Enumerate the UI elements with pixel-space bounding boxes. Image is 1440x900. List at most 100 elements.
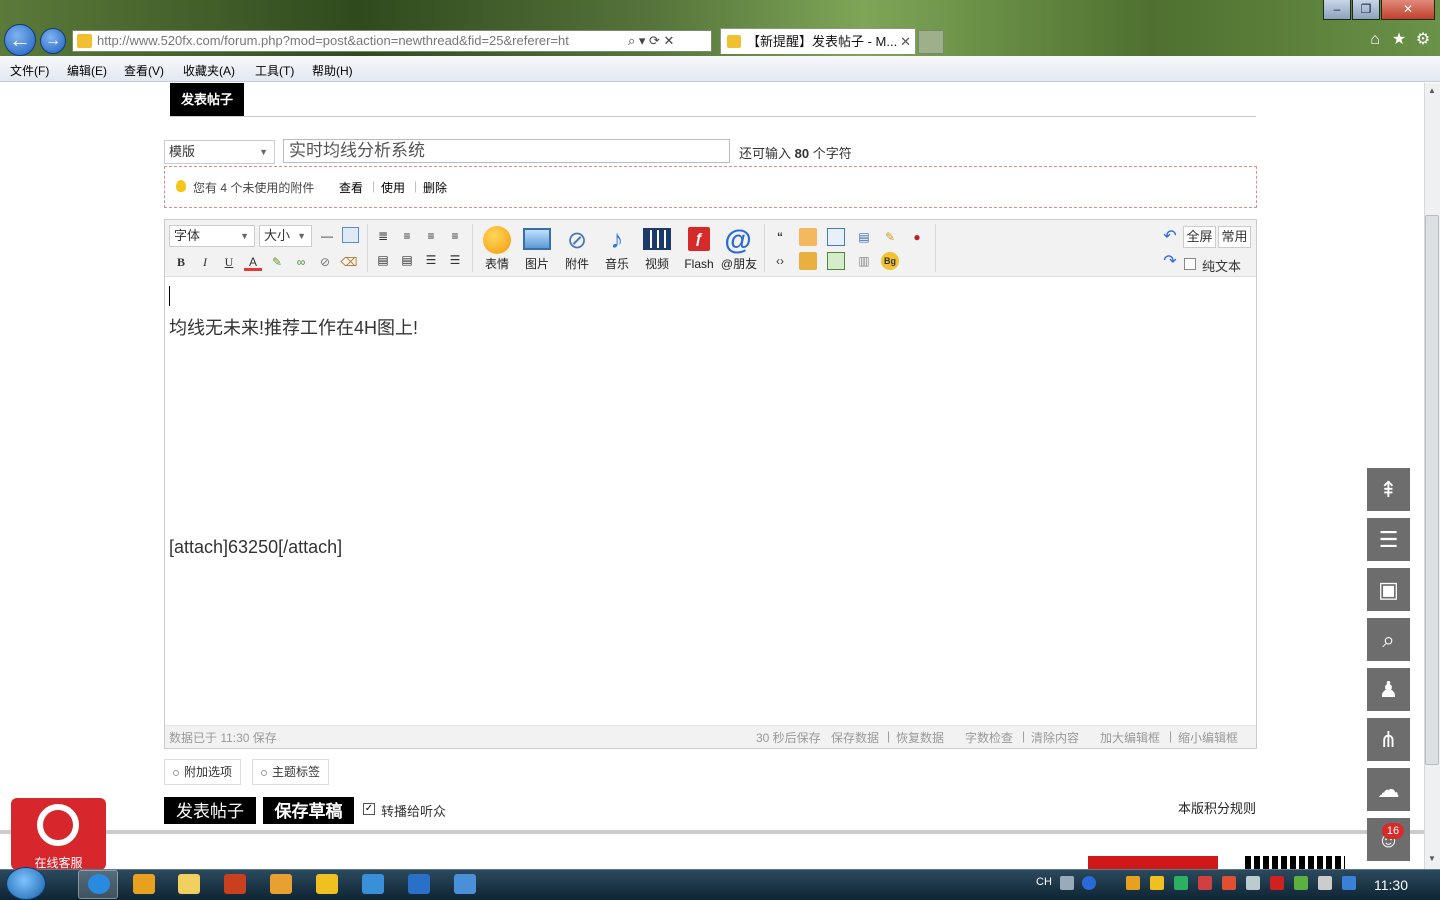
size-select[interactable]: 大小 ▼ <box>259 225 312 247</box>
page-icon[interactable] <box>827 228 845 246</box>
editor-content-area[interactable] <box>168 282 1248 722</box>
back-to-top-button[interactable]: ⇞ <box>1367 468 1410 511</box>
float-left-icon[interactable]: ▤ <box>374 251 392 269</box>
menu-view[interactable]: 查看(V) <box>124 62 164 79</box>
font-color-icon[interactable]: A <box>244 253 262 271</box>
forward-button[interactable]: → <box>40 28 66 54</box>
enlarge-editor-link[interactable]: 加大编辑框 <box>1100 729 1160 746</box>
scroll-thumb[interactable] <box>1425 215 1439 765</box>
scroll-down-icon[interactable]: ▼ <box>1424 854 1440 868</box>
app-icon[interactable] <box>454 874 476 894</box>
sale-icon[interactable] <box>827 252 845 270</box>
hide-icon[interactable] <box>799 252 817 270</box>
menu-help[interactable]: 帮助(H) <box>312 62 353 79</box>
at-icon[interactable]: @ <box>722 224 754 255</box>
undo-icon[interactable]: ↶ <box>1161 228 1179 246</box>
video-button[interactable] <box>641 228 673 258</box>
menu-file[interactable]: 文件(F) <box>10 62 49 79</box>
common-button[interactable]: 常用 <box>1218 226 1251 248</box>
delete-attachments-link[interactable]: 删除 <box>423 179 447 196</box>
link-icon[interactable]: ∞ <box>292 253 310 271</box>
nvidia-icon[interactable] <box>1294 876 1308 890</box>
back-button[interactable]: ← <box>4 24 36 56</box>
menu-favorites[interactable]: 收藏夹(A) <box>183 62 235 79</box>
background-color-icon[interactable]: ✎ <box>268 253 286 271</box>
subject-input[interactable]: 实时均线分析系统 <box>283 139 730 163</box>
language-indicator[interactable]: CH <box>1036 876 1052 888</box>
quote-icon[interactable]: “ <box>771 228 789 246</box>
home-icon[interactable]: ⌂ <box>1365 30 1385 50</box>
restore-button[interactable]: ❐ <box>1352 0 1380 20</box>
unordered-list-icon[interactable]: ☰ <box>446 251 464 269</box>
flash-button[interactable]: ƒ <box>683 227 715 257</box>
start-button[interactable] <box>6 867 46 900</box>
tray-icon[interactable] <box>1174 876 1188 890</box>
align-center-icon[interactable]: ≡ <box>422 227 440 245</box>
network-icon[interactable] <box>1318 876 1332 890</box>
font-select[interactable]: 字体 ▼ <box>169 225 255 247</box>
tray-icon[interactable] <box>1222 876 1236 890</box>
column-icon[interactable]: ▥ <box>855 252 873 270</box>
clock[interactable]: 11:30 <box>1374 877 1408 893</box>
use-attachments-link[interactable]: 使用 <box>381 179 405 196</box>
paperclip-icon[interactable]: ⊘ <box>561 226 593 256</box>
word-check-link[interactable]: 字数检查 <box>965 729 1013 746</box>
share-icon[interactable]: ⋔ <box>1367 718 1410 761</box>
emoticon-button[interactable] <box>481 226 513 256</box>
mail-icon[interactable] <box>178 874 200 894</box>
align-right-icon[interactable]: ≡ <box>446 227 464 245</box>
board-rules-link[interactable]: 本版积分规则 <box>1178 798 1256 817</box>
underline-icon[interactable]: U <box>220 253 238 271</box>
align-left-icon[interactable]: ≡ <box>398 227 416 245</box>
save-draft-button[interactable]: 保存草稿 <box>263 797 354 824</box>
post-thread-tab[interactable]: 发表帖子 <box>170 83 244 116</box>
search-icon[interactable]: ⌕ <box>1367 618 1410 661</box>
browser-tab[interactable]: 【新提醒】发表帖子 - M... ✕ <box>720 28 916 54</box>
topic-tags-tab[interactable]: 主题标签 <box>252 759 330 785</box>
gear-icon[interactable]: ⚙ <box>1413 30 1433 50</box>
shrink-editor-link[interactable]: 缩小编辑框 <box>1178 729 1238 746</box>
app-icon[interactable] <box>270 874 292 894</box>
close-tab-icon[interactable]: ✕ <box>900 29 911 54</box>
security-icon[interactable] <box>1342 876 1356 890</box>
remove-format-icon[interactable]: ⌫ <box>340 253 358 271</box>
menu-icon[interactable]: ☰ <box>1367 518 1410 561</box>
ordered-list-icon[interactable]: ☰ <box>422 251 440 269</box>
media-player-icon[interactable] <box>133 874 155 894</box>
code-icon[interactable]: ‹› <box>771 252 789 270</box>
template-select[interactable]: 模版 ▼ <box>164 140 275 164</box>
favorites-icon[interactable]: ★ <box>1389 30 1409 50</box>
background-image-icon[interactable]: Bg <box>881 252 899 270</box>
fullscreen-button[interactable]: 全屏 <box>1183 226 1216 248</box>
plain-text-checkbox[interactable] <box>1184 258 1196 270</box>
save-data-link[interactable]: 保存数据 <box>831 729 879 746</box>
clear-content-link[interactable]: 清除内容 <box>1031 729 1079 746</box>
calendar-icon[interactable]: ▣ <box>1367 568 1410 611</box>
view-attachments-link[interactable]: 查看 <box>339 179 363 196</box>
help-icon[interactable] <box>1082 876 1096 890</box>
tray-icon[interactable] <box>1150 876 1164 890</box>
index-icon[interactable]: ▤ <box>855 228 873 246</box>
address-tools[interactable]: ⌕ ▾ ⟳ ✕ <box>628 32 708 50</box>
free-icon[interactable] <box>799 228 817 246</box>
table-icon[interactable] <box>342 227 359 243</box>
volume-icon[interactable] <box>1246 876 1260 890</box>
align-justify-icon[interactable]: ≣ <box>374 227 392 245</box>
bold-icon[interactable]: B <box>172 253 190 271</box>
menu-edit[interactable]: 编辑(E) <box>67 62 107 79</box>
submit-post-button[interactable]: 发表帖子 <box>164 797 256 824</box>
broadcast-checkbox[interactable]: ✓ <box>363 803 375 815</box>
app-icon[interactable] <box>316 874 338 894</box>
keyboard-icon[interactable] <box>1060 876 1074 890</box>
app-icon[interactable] <box>224 874 246 894</box>
tray-icon[interactable] <box>1198 876 1212 890</box>
qq-penguin-icon[interactable]: ♟ <box>1367 668 1410 711</box>
address-bar[interactable]: http://www.520fx.com/forum.php?mod=post&… <box>72 30 712 52</box>
wechat-icon[interactable]: ☁ <box>1367 768 1410 811</box>
redo-icon[interactable]: ↷ <box>1161 253 1179 271</box>
menu-tools[interactable]: 工具(T) <box>255 62 294 79</box>
extra-options-tab[interactable]: 附加选项 <box>164 759 242 785</box>
password-icon[interactable]: ✎ <box>881 228 899 246</box>
app-icon[interactable] <box>362 874 384 894</box>
float-right-icon[interactable]: ▤ <box>398 251 416 269</box>
